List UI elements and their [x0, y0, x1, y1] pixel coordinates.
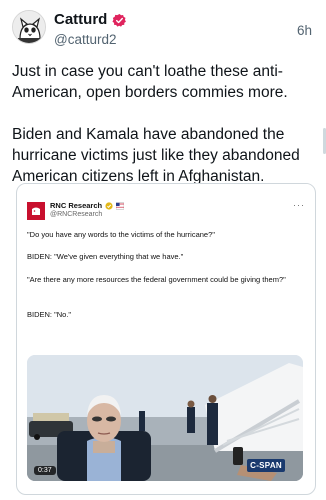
- cspan-logo: C-SPAN: [247, 459, 285, 472]
- verified-badge-icon: [112, 13, 127, 27]
- quoted-line: "Do you have any words to the victims of…: [27, 230, 215, 239]
- quoted-author-name[interactable]: RNC Research: [50, 201, 102, 210]
- more-options-icon[interactable]: ···: [293, 200, 305, 210]
- avatar[interactable]: [12, 10, 46, 44]
- quoted-line: BIDEN: "No.": [27, 310, 72, 319]
- author-name-row: Catturd: [54, 11, 127, 29]
- quoted-author-handle[interactable]: @RNCResearch: [50, 211, 102, 218]
- video-player[interactable]: 0:37 C-SPAN: [27, 355, 303, 481]
- cat-avatar-icon: [13, 11, 45, 43]
- quoted-post[interactable]: RNC Research @RNCResearch ··· "Do you ha…: [16, 183, 316, 495]
- tweet-paragraph: Just in case you can't loathe these anti…: [12, 63, 288, 101]
- cropped-header: [17, 184, 315, 189]
- gold-verified-icon: [105, 201, 113, 210]
- rnc-avatar[interactable]: [27, 202, 45, 220]
- quoted-name-row: RNC Research: [50, 201, 125, 210]
- rnc-logo-icon: [27, 202, 45, 220]
- quoted-line: BIDEN: "We've given everything that we h…: [27, 252, 184, 261]
- quoted-line: "Are there any more resources the federa…: [27, 275, 286, 284]
- tweet-paragraph: Biden and Kamala have abandoned the hurr…: [12, 126, 300, 185]
- network-bug-label: C-SPAN: [250, 461, 282, 470]
- flag-icon: [116, 202, 125, 209]
- author-handle[interactable]: @catturd2: [54, 32, 116, 47]
- author-name[interactable]: Catturd: [54, 11, 107, 29]
- video-duration: 0:37: [34, 466, 56, 475]
- post-timestamp[interactable]: 6h: [297, 23, 312, 38]
- tweet-post[interactable]: Catturd @catturd2 6h Just in case you ca…: [0, 0, 326, 500]
